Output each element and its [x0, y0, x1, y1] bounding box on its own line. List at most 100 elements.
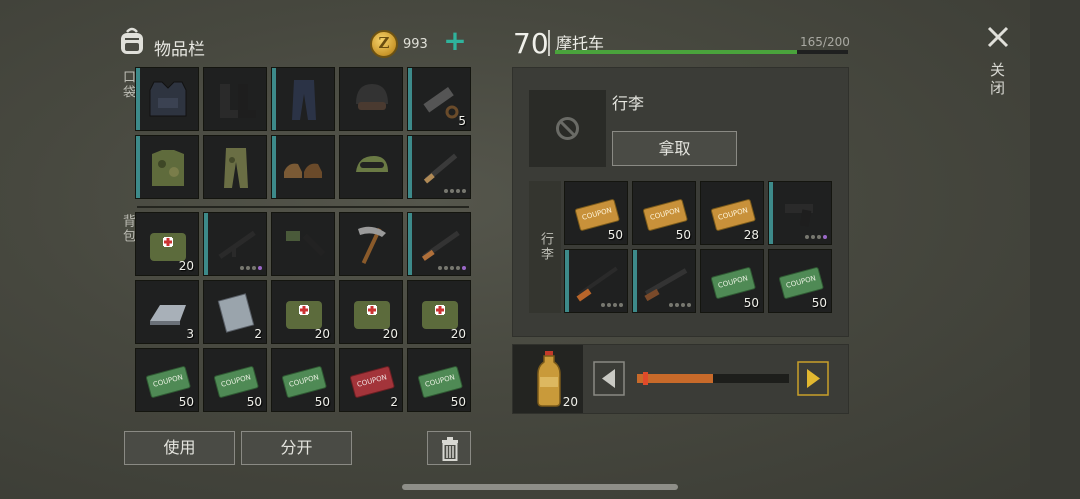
item-slot-pickaxe[interactable] [339, 212, 403, 276]
pockets-grid: 5 [135, 67, 471, 199]
boots-icon [220, 84, 256, 118]
item-quantity: 50 [811, 296, 827, 310]
durability-dots [669, 303, 691, 307]
transfer-qty: 20 [562, 395, 578, 409]
increase-button[interactable] [797, 361, 829, 396]
durability-dot [669, 303, 673, 307]
item-slot-medkit[interactable]: 20 [339, 280, 403, 344]
item-slot-combat-coupon[interactable]: COUPON 2 [339, 348, 403, 412]
durability-dot [240, 266, 244, 270]
durability-dot [462, 189, 466, 193]
camo-pants-icon [224, 148, 248, 188]
close-button[interactable] [983, 22, 1013, 52]
home-indicator[interactable] [402, 484, 678, 490]
item-slot-medkit[interactable]: 20 [407, 280, 471, 344]
item-slot-ration-coupon[interactable]: COUPON 50 [271, 348, 335, 412]
item-slot-metal-plate[interactable]: 2 [203, 280, 267, 344]
durability-dot [444, 266, 448, 270]
amount-slider-fill [637, 374, 713, 383]
arrow-left-icon [593, 361, 625, 396]
use-button[interactable]: 使用 [124, 431, 235, 465]
durability-dot [252, 266, 256, 270]
luggage-side-label: 行李 [538, 232, 553, 262]
item-slot-crafting-parts[interactable]: 5 [407, 67, 471, 131]
leather-shoes-icon [284, 163, 322, 178]
item-quantity: 20 [314, 327, 330, 341]
item-slot-assault-rifle[interactable] [203, 212, 267, 276]
item-slot-cap-goggles[interactable] [339, 135, 403, 199]
durability-dot [456, 266, 460, 270]
item-slot-medkit[interactable]: 20 [135, 212, 199, 276]
durability-dot [817, 235, 821, 239]
durability-dot [456, 189, 460, 193]
durability-dot [681, 303, 685, 307]
durability-dot [444, 189, 448, 193]
durability-dots [444, 189, 466, 193]
durability-dot [687, 303, 691, 307]
item-quantity: 20 [450, 327, 466, 341]
item-slot-flamethrower[interactable] [271, 212, 335, 276]
item-quantity: 20 [178, 259, 194, 273]
item-slot-ak-rifle[interactable] [407, 212, 471, 276]
durability-dot [450, 189, 454, 193]
side-margin [1030, 0, 1080, 499]
luggage-grid: COUPON 50 COUPON 50 COUPON 28 COUPON 50 COUPON 50 [564, 181, 832, 313]
durability-dot [613, 303, 617, 307]
item-slot-leather-shoes[interactable] [271, 135, 335, 199]
item-slot-ration-coupon[interactable]: COUPON 50 [700, 249, 764, 313]
durability-dot [619, 303, 623, 307]
take-button[interactable]: 拿取 [612, 131, 737, 166]
durability-dot [258, 266, 262, 270]
item-slot-boots[interactable] [203, 67, 267, 131]
item-quantity: 50 [675, 228, 691, 242]
item-slot-tactical-vest[interactable] [135, 67, 199, 131]
vehicle-level: 70 [513, 27, 549, 60]
split-button[interactable]: 分开 [241, 431, 352, 465]
durability-dot [607, 303, 611, 307]
item-slot-sniper-rifle[interactable] [564, 249, 628, 313]
inventory-title: 物品栏 [154, 40, 205, 60]
item-slot-ration-coupon[interactable]: COUPON 50 [135, 348, 199, 412]
backpack-grid: 20 3 2 20 20 20 COUPON 50 COUPON 50 COUPON 50 COUPON… [135, 212, 471, 412]
item-slot-camo-jacket[interactable] [135, 135, 199, 199]
item-quantity: 20 [382, 327, 398, 341]
item-quantity: 3 [186, 327, 194, 341]
no-entry-icon [556, 117, 579, 140]
decrease-button[interactable] [593, 361, 625, 396]
tactical-vest-icon [149, 81, 187, 117]
capacity-bar-fill [555, 50, 797, 54]
durability-dot [811, 235, 815, 239]
item-slot-shotgun[interactable] [632, 249, 696, 313]
durability-dot [438, 266, 442, 270]
item-slot-ticket-coupon[interactable]: COUPON 28 [700, 181, 764, 245]
durability-dot [462, 266, 466, 270]
durability-dot [823, 235, 827, 239]
item-slot-camo-pants[interactable] [203, 135, 267, 199]
item-slot-pants[interactable] [271, 67, 335, 131]
item-quantity: 5 [458, 114, 466, 128]
discard-button[interactable] [427, 431, 471, 465]
item-slot-ration-coupon[interactable]: COUPON 50 [203, 348, 267, 412]
durability-dots [805, 235, 827, 239]
item-quantity: 50 [450, 395, 466, 409]
item-slot-ticket-coupon[interactable]: COUPON 50 [564, 181, 628, 245]
trash-icon [442, 437, 458, 461]
close-label[interactable]: 关闭 [987, 62, 1008, 98]
item-slot-rifle[interactable] [407, 135, 471, 199]
durability-dot [450, 266, 454, 270]
vehicle-capacity: 165/200 [800, 35, 850, 49]
pickaxe-icon [358, 226, 386, 264]
add-currency-button[interactable]: + [443, 27, 467, 55]
item-slot-ticket-coupon[interactable]: COUPON 50 [632, 181, 696, 245]
title-separator [548, 30, 550, 56]
amount-slider-handle[interactable] [643, 372, 648, 385]
item-slot-helmet[interactable] [339, 67, 403, 131]
durability-dots [438, 266, 466, 270]
flamethrower-icon [286, 231, 326, 257]
item-slot-iron-ingot[interactable]: 3 [135, 280, 199, 344]
item-slot-medkit[interactable]: 20 [271, 280, 335, 344]
transfer-item-slot[interactable]: 20 [513, 345, 583, 413]
item-slot-ration-coupon[interactable]: COUPON 50 [768, 249, 832, 313]
item-slot-ration-coupon[interactable]: COUPON 50 [407, 348, 471, 412]
item-slot-pistol[interactable] [768, 181, 832, 245]
